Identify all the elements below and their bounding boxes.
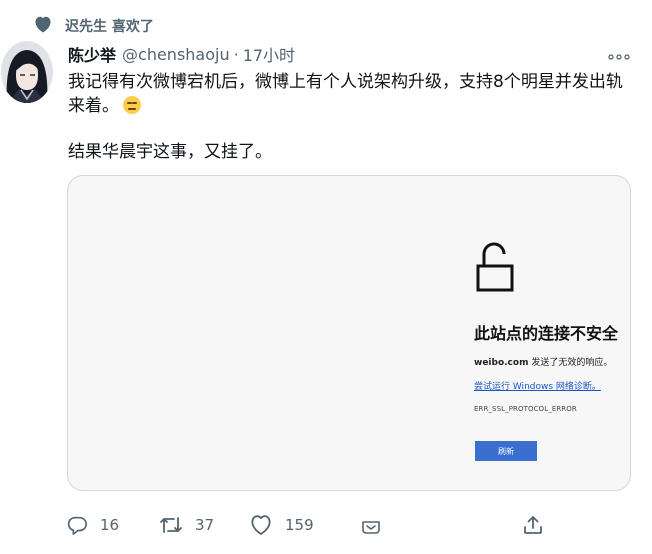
like-count: 159 bbox=[285, 516, 314, 534]
social-context-text: 迟先生 喜欢了 bbox=[65, 19, 154, 35]
share-icon bbox=[522, 514, 544, 536]
avatar[interactable] bbox=[1, 41, 53, 103]
tweet-header: 陈少举 @chenshaoju · 17小时 bbox=[68, 42, 295, 66]
error-code: ERR_SSL_PROTOCOL_ERROR bbox=[474, 405, 577, 413]
error-domain: weibo.com bbox=[474, 358, 529, 368]
tweet-text: 我记得有次微博宕机后，微博上有个人说架构升级，支持8个明星并发出轨来着。 结果华… bbox=[68, 70, 628, 164]
more-icon bbox=[608, 45, 630, 64]
author-name[interactable]: 陈少举 bbox=[68, 42, 116, 66]
more-options-button[interactable] bbox=[606, 46, 632, 62]
error-title: 此站点的连接不安全 bbox=[474, 324, 619, 343]
retweet-count: 37 bbox=[195, 516, 215, 534]
error-link-suffix: 。 bbox=[591, 382, 601, 392]
tweet-text-line2: 结果华晨宇这事，又挂了。 bbox=[68, 142, 272, 162]
tweet-time[interactable]: 17小时 bbox=[243, 42, 295, 66]
like-button[interactable]: 159 bbox=[249, 512, 314, 538]
tweet-action-bar: 16 37 159 bbox=[66, 512, 550, 538]
reply-button[interactable]: 16 bbox=[66, 512, 119, 538]
author-handle[interactable]: @chenshaoju bbox=[122, 45, 230, 64]
retweet-button[interactable]: 37 bbox=[159, 512, 214, 538]
error-description-text: 发送了无效的响应。 bbox=[528, 358, 613, 368]
refresh-button: 刷新 bbox=[475, 441, 537, 461]
error-description: weibo.com 发送了无效的响应。 bbox=[474, 355, 612, 368]
error-link-text: 尝试运行 Windows 网络诊断 bbox=[474, 382, 592, 392]
retweet-icon bbox=[159, 514, 183, 536]
react-button[interactable] bbox=[360, 512, 382, 538]
tweet-media-image[interactable]: 此站点的连接不安全 weibo.com 发送了无效的响应。 尝试运行 Windo… bbox=[67, 175, 631, 491]
heart-filled-icon bbox=[33, 15, 53, 37]
reply-icon bbox=[66, 514, 88, 536]
emoji-react-icon bbox=[360, 513, 382, 537]
error-diagnostic-link: 尝试运行 Windows 网络诊断。 bbox=[474, 379, 601, 392]
unlocked-padlock-icon bbox=[476, 242, 516, 294]
expressionless-face-emoji bbox=[123, 96, 141, 114]
share-button[interactable] bbox=[522, 512, 544, 538]
social-context[interactable]: 迟先生 喜欢了 bbox=[33, 14, 154, 38]
reply-count: 16 bbox=[100, 516, 120, 534]
separator-dot: · bbox=[233, 44, 239, 64]
heart-icon bbox=[249, 514, 273, 536]
tweet-text-line1: 我记得有次微博宕机后，微博上有个人说架构升级，支持8个明星并发出轨来着。 bbox=[68, 72, 623, 116]
